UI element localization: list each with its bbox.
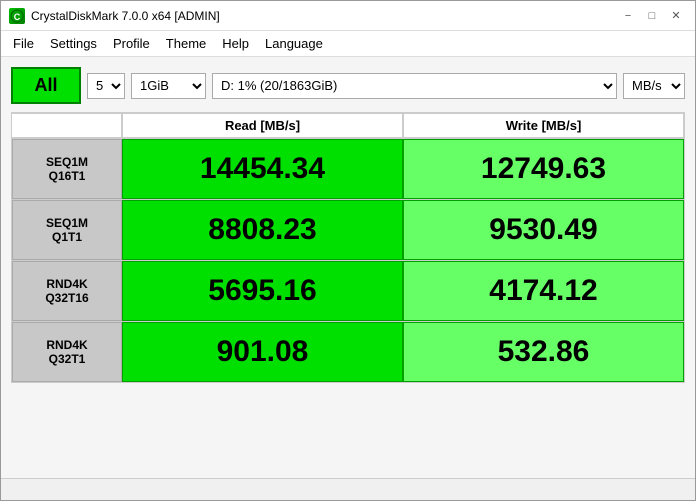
all-button[interactable]: All	[11, 67, 81, 104]
row-label-seq1m-q16t1: SEQ1M Q16T1	[12, 139, 122, 199]
menu-bar: File Settings Profile Theme Help Languag…	[1, 31, 695, 57]
count-select[interactable]: 1 3 5 9	[87, 73, 125, 99]
row-seq1m-q16t1-write: 12749.63	[403, 139, 684, 199]
window-controls: − □ ✕	[617, 6, 687, 26]
title-bar: C CrystalDiskMark 7.0.0 x64 [ADMIN] − □ …	[1, 1, 695, 31]
menu-help[interactable]: Help	[214, 34, 257, 53]
row-seq1m-q16t1-read: 14454.34	[122, 139, 403, 199]
row-label-rnd4k-q32t16: RND4K Q32T16	[12, 261, 122, 321]
row-rnd4k-q32t1-read: 901.08	[122, 322, 403, 382]
row-rnd4k-q32t16-write: 4174.12	[403, 261, 684, 321]
row-seq1m-q1t1-write: 9530.49	[403, 200, 684, 260]
menu-file[interactable]: File	[5, 34, 42, 53]
main-window: C CrystalDiskMark 7.0.0 x64 [ADMIN] − □ …	[0, 0, 696, 501]
row-rnd4k-q32t1-write: 532.86	[403, 322, 684, 382]
col-header-label	[12, 113, 122, 138]
row-label-rnd4k-q32t1: RND4K Q32T1	[12, 322, 122, 382]
svg-text:C: C	[14, 12, 21, 22]
col-header-read: Read [MB/s]	[122, 113, 403, 138]
menu-theme[interactable]: Theme	[158, 34, 214, 53]
title-left: C CrystalDiskMark 7.0.0 x64 [ADMIN]	[9, 8, 220, 24]
table-row: RND4K Q32T16 5695.16 4174.12	[12, 260, 684, 321]
table-header: Read [MB/s] Write [MB/s]	[12, 113, 684, 138]
menu-settings[interactable]: Settings	[42, 34, 105, 53]
row-rnd4k-q32t16-read: 5695.16	[122, 261, 403, 321]
main-content: All 1 3 5 9 512MiB 1GiB 2GiB 4GiB D: 1% …	[1, 57, 695, 478]
menu-profile[interactable]: Profile	[105, 34, 158, 53]
benchmark-table: Read [MB/s] Write [MB/s] SEQ1M Q16T1 144…	[11, 112, 685, 383]
col-header-write: Write [MB/s]	[403, 113, 684, 138]
row-seq1m-q1t1-read: 8808.23	[122, 200, 403, 260]
menu-language[interactable]: Language	[257, 34, 331, 53]
window-title: CrystalDiskMark 7.0.0 x64 [ADMIN]	[31, 9, 220, 23]
drive-select[interactable]: D: 1% (20/1863GiB)	[212, 73, 617, 99]
unit-select[interactable]: MB/s GB/s IOPS µs	[623, 73, 685, 99]
size-select[interactable]: 512MiB 1GiB 2GiB 4GiB	[131, 73, 206, 99]
minimize-button[interactable]: −	[617, 6, 639, 26]
maximize-button[interactable]: □	[641, 6, 663, 26]
app-icon: C	[9, 8, 25, 24]
table-row: RND4K Q32T1 901.08 532.86	[12, 321, 684, 382]
toolbar: All 1 3 5 9 512MiB 1GiB 2GiB 4GiB D: 1% …	[11, 67, 685, 104]
table-row: SEQ1M Q16T1 14454.34 12749.63	[12, 138, 684, 199]
close-button[interactable]: ✕	[665, 6, 687, 26]
status-bar	[1, 478, 695, 500]
row-label-seq1m-q1t1: SEQ1M Q1T1	[12, 200, 122, 260]
table-row: SEQ1M Q1T1 8808.23 9530.49	[12, 199, 684, 260]
